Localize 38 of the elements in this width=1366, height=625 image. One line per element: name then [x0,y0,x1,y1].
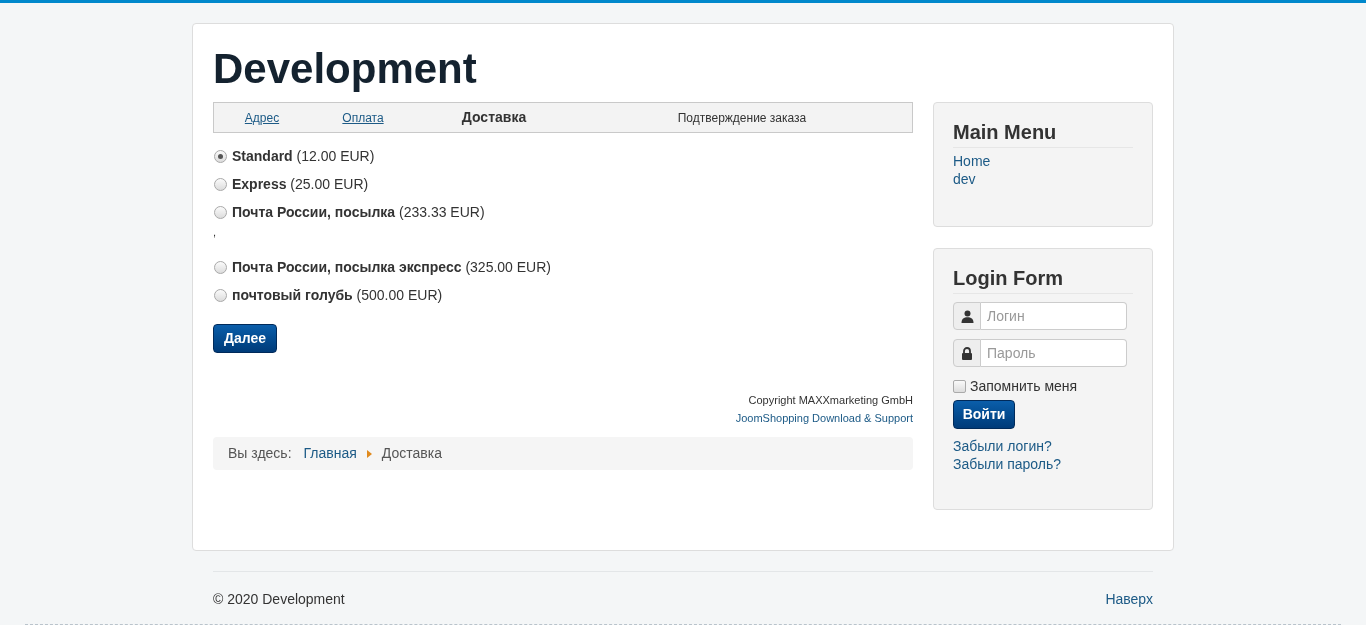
caret-icon [366,449,372,458]
shipping-option-label: почтовый голубь (500.00 EUR) [232,285,443,305]
back-to-top-link[interactable]: Наверх [1105,590,1153,608]
radio-button[interactable] [214,149,227,163]
support-link[interactable]: JoomShopping Download & Support [735,409,913,427]
copyright-text: Copyright MAXXmarketing GmbH [748,393,913,408]
footer-copyright: © 2020 Development [213,590,345,608]
breadcrumb-current: Доставка [381,444,442,463]
radio-button[interactable] [214,177,227,191]
checkbox[interactable] [953,379,966,393]
checkout-step: Подтверждение заказа [677,108,807,127]
radio-button[interactable] [214,260,227,274]
breadcrumb-label: Вы здесь: [228,444,292,463]
password-field[interactable]: Пароль [981,339,1127,367]
panel-title: Login Form [953,266,1063,290]
forgot-link[interactable]: Забыли пароль? [953,455,1062,473]
menu-link[interactable]: dev [953,170,976,188]
shipping-option-label: Почта России, посылка экспресс (325.00 EUR) [232,257,551,277]
checkout-step-link[interactable]: Адрес [244,108,280,127]
shipping-option-label: Почта России, посылка (233.33 EUR) [232,202,485,222]
radio-button[interactable] [214,205,227,219]
lock-icon [953,339,981,367]
next-button[interactable]: Далее [213,324,277,353]
radio-button[interactable] [214,288,227,302]
remember-me-label: Запомнить меня [970,376,1078,396]
site-title: Development [213,46,477,92]
shipping-note: , [213,226,217,238]
panel-title: Main Menu [953,120,1057,144]
menu-link[interactable]: Home [953,152,991,170]
checkout-step-link[interactable]: Оплата [342,108,384,127]
username-field[interactable]: Логин [981,302,1127,330]
shipping-option-label: Standard (12.00 EUR) [232,146,375,166]
breadcrumb-link[interactable]: Главная [303,443,357,464]
login-button[interactable]: Войти [953,400,1015,429]
shipping-option-label: Express (25.00 EUR) [232,174,369,194]
current-step: Доставка [461,107,527,128]
forgot-link[interactable]: Забыли логин? [953,437,1052,455]
user-icon [953,302,981,330]
